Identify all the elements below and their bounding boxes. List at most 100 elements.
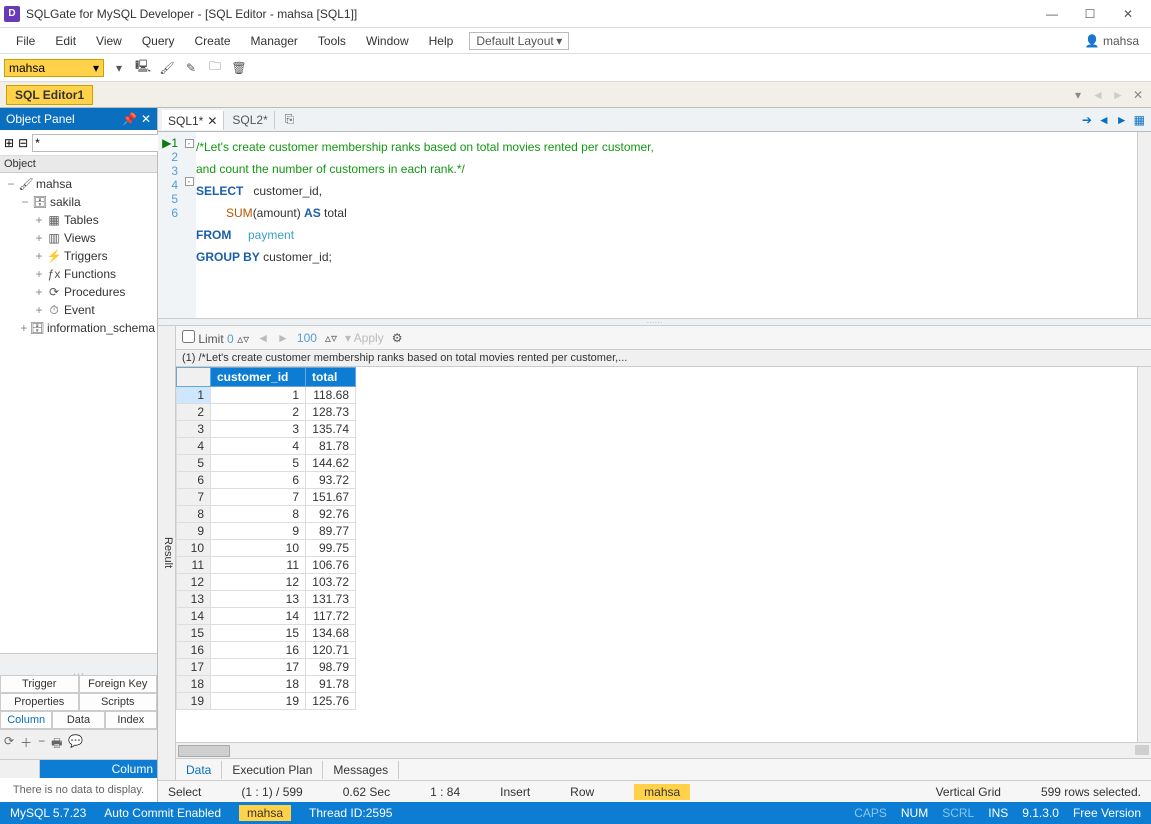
comment-icon[interactable]: 💬 xyxy=(68,734,83,755)
panel-close-icon[interactable]: ✕ xyxy=(141,112,151,126)
fold-gutter[interactable]: -- xyxy=(182,132,196,318)
tab-menu-icon[interactable]: ▾ xyxy=(1071,88,1085,102)
connect-icon[interactable]: 🖳 xyxy=(134,59,152,77)
print-icon[interactable]: 🖶 xyxy=(51,734,62,755)
menu-edit[interactable]: Edit xyxy=(45,28,86,53)
limit-value[interactable]: 0 xyxy=(227,332,234,346)
pin-icon[interactable]: 📌 xyxy=(122,112,137,126)
menu-tools[interactable]: Tools xyxy=(308,28,356,53)
result-grid[interactable]: customer_id total 11118.6822128.7333135.… xyxy=(176,367,356,710)
tab-result-data[interactable]: Data xyxy=(176,761,222,779)
user-indicator[interactable]: 👤 mahsa xyxy=(1085,34,1145,48)
tab-next-icon[interactable]: ► xyxy=(1111,88,1125,102)
object-panel-hscroll[interactable] xyxy=(0,653,157,667)
limit-checkbox[interactable] xyxy=(182,330,195,343)
table-row[interactable]: 1515134.68 xyxy=(177,625,356,642)
tab-scripts[interactable]: Scripts xyxy=(79,693,158,711)
tree-item[interactable]: +ƒxFunctions xyxy=(2,265,155,283)
table-row[interactable]: 9989.77 xyxy=(177,523,356,540)
grid-hscroll[interactable] xyxy=(176,742,1151,758)
table-row[interactable]: 171798.79 xyxy=(177,659,356,676)
nav-back-icon[interactable]: ◄ xyxy=(1098,113,1110,127)
tree-item[interactable]: +⚡Triggers xyxy=(2,247,155,265)
tree-item[interactable]: +⏱Event xyxy=(2,301,155,319)
tab-properties[interactable]: Properties xyxy=(0,693,79,711)
close-button[interactable]: ✕ xyxy=(1109,2,1147,26)
table-row[interactable]: 22128.73 xyxy=(177,404,356,421)
table-row[interactable]: 11118.68 xyxy=(177,387,356,404)
apply-button[interactable]: ▾ Apply xyxy=(345,331,384,345)
object-tree[interactable]: −🖌mahsa−🗄sakila+▦Tables+▥Views+⚡Triggers… xyxy=(0,173,157,653)
col-customer-id[interactable]: customer_id xyxy=(211,368,306,387)
menu-help[interactable]: Help xyxy=(419,28,464,53)
grid-corner[interactable] xyxy=(177,368,211,387)
gear-icon[interactable]: ⚙ xyxy=(392,331,403,345)
minimize-button[interactable]: — xyxy=(1033,2,1071,26)
menu-manager[interactable]: Manager xyxy=(241,28,308,53)
nav-right-icon[interactable]: ➔ xyxy=(1082,113,1092,127)
tree-item[interactable]: +🗄information_schema xyxy=(2,319,155,337)
table-row[interactable]: 55144.62 xyxy=(177,455,356,472)
result-side-label[interactable]: Result xyxy=(158,326,176,780)
tree-item[interactable]: +▦Tables xyxy=(2,211,155,229)
table-row[interactable]: 181891.78 xyxy=(177,676,356,693)
tab-index[interactable]: Index xyxy=(105,711,157,729)
table-row[interactable]: 101099.75 xyxy=(177,540,356,557)
table-row[interactable]: 77151.67 xyxy=(177,489,356,506)
sql-editor[interactable]: ▶123456 -- /*Let's create customer membe… xyxy=(158,132,1151,318)
close-icon[interactable]: ✕ xyxy=(207,114,217,128)
pen-icon[interactable]: ✎ xyxy=(182,59,200,77)
tab-sql-editor-1[interactable]: SQL Editor1 xyxy=(6,85,93,105)
col-total[interactable]: total xyxy=(306,368,356,387)
tab-column[interactable]: Column xyxy=(0,711,52,729)
reload-icon[interactable]: ⟳ xyxy=(4,734,14,755)
horizontal-splitter[interactable]: ⋯⋯ xyxy=(158,318,1151,326)
tab-foreign-key[interactable]: Foreign Key xyxy=(79,675,158,693)
disk-icon[interactable]: 🗀 xyxy=(206,59,224,77)
menu-window[interactable]: Window xyxy=(356,28,419,53)
brush-icon[interactable]: 🖌 xyxy=(158,59,176,77)
add-icon[interactable]: ＋ xyxy=(20,734,32,755)
layout-icon[interactable]: ▦ xyxy=(1134,113,1145,127)
page-prev-icon[interactable]: ◄ xyxy=(257,331,269,345)
tree-item[interactable]: −🖌mahsa xyxy=(2,175,155,193)
expand-icon[interactable]: ⊞ xyxy=(4,136,14,150)
remove-icon[interactable]: − xyxy=(38,734,45,755)
tree-item[interactable]: −🗄sakila xyxy=(2,193,155,211)
table-row[interactable]: 33135.74 xyxy=(177,421,356,438)
tab-close-icon[interactable]: ✕ xyxy=(1131,88,1145,102)
page-value[interactable]: 100 xyxy=(297,331,317,345)
layout-select[interactable]: Default Layout▾ xyxy=(469,32,569,50)
new-tab-icon[interactable]: ⎘ xyxy=(285,112,295,127)
tab-prev-icon[interactable]: ◄ xyxy=(1091,88,1105,102)
schema-select[interactable]: mahsa▾ xyxy=(4,59,104,77)
table-row[interactable]: 1111106.76 xyxy=(177,557,356,574)
tab-result-plan[interactable]: Execution Plan xyxy=(222,761,323,779)
table-row[interactable]: 6693.72 xyxy=(177,472,356,489)
trash-icon[interactable]: 🗑 xyxy=(230,59,248,77)
maximize-button[interactable]: ☐ xyxy=(1071,2,1109,26)
tab-trigger[interactable]: Trigger xyxy=(0,675,79,693)
panel-splitter[interactable]: ⋯ xyxy=(0,667,157,675)
collapse-icon[interactable]: ⊟ xyxy=(18,136,28,150)
table-row[interactable]: 8892.76 xyxy=(177,506,356,523)
editor-vscroll[interactable] xyxy=(1137,132,1151,318)
tab-result-messages[interactable]: Messages xyxy=(323,761,399,779)
spinner-icon[interactable]: ▵▿ xyxy=(325,331,337,345)
table-row[interactable]: 1919125.76 xyxy=(177,693,356,710)
table-row[interactable]: 1616120.71 xyxy=(177,642,356,659)
code-tab-sql2[interactable]: SQL2* xyxy=(226,111,274,129)
page-next-icon[interactable]: ► xyxy=(277,331,289,345)
tree-item[interactable]: +⟳Procedures xyxy=(2,283,155,301)
code-tab-sql1[interactable]: SQL1*✕ xyxy=(162,110,224,130)
tab-data[interactable]: Data xyxy=(52,711,104,729)
table-row[interactable]: 4481.78 xyxy=(177,438,356,455)
code-area[interactable]: /*Let's create customer membership ranks… xyxy=(196,132,1151,318)
spinner-icon[interactable]: ▵▿ xyxy=(237,332,249,346)
table-row[interactable]: 1313131.73 xyxy=(177,591,356,608)
table-row[interactable]: 1212103.72 xyxy=(177,574,356,591)
nav-fwd-icon[interactable]: ► xyxy=(1116,113,1128,127)
grid-vscroll[interactable] xyxy=(1137,367,1151,742)
menu-query[interactable]: Query xyxy=(132,28,185,53)
menu-file[interactable]: File xyxy=(6,28,45,53)
